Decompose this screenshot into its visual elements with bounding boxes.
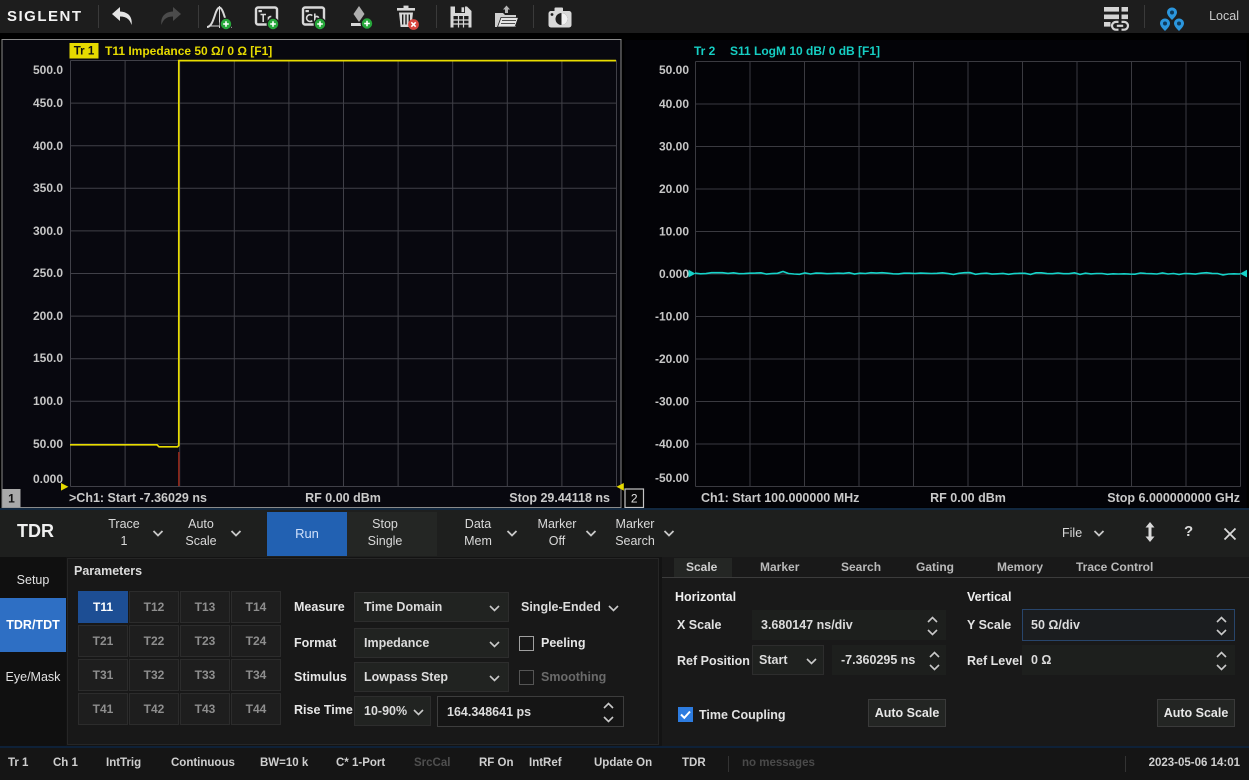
svg-text:RF 0.00 dBm: RF 0.00 dBm [930, 491, 1006, 505]
svg-text:300.0: 300.0 [33, 224, 63, 238]
svg-text:500.0: 500.0 [33, 63, 63, 77]
svg-text:350.0: 350.0 [33, 181, 63, 195]
svg-text:1: 1 [8, 492, 15, 506]
svg-text:30.00: 30.00 [659, 140, 689, 154]
svg-text:>Ch1: Start -7.36029 ns: >Ch1: Start -7.36029 ns [69, 491, 207, 505]
svg-text:-30.00: -30.00 [655, 395, 689, 409]
svg-text:T11 Impedance 50 Ω/ 0 Ω [F1: T11 Impedance 50 Ω/ 0 Ω [F1] [105, 44, 272, 58]
svg-text:2: 2 [631, 492, 638, 506]
svg-text:Ch1: Start 100.000000 MHz: Ch1: Start 100.000000 MHz [701, 491, 859, 505]
svg-text:Stop 29.44118 ns: Stop 29.44118 ns [509, 491, 610, 505]
svg-text:-50.00: -50.00 [655, 471, 689, 485]
svg-text:20.00: 20.00 [659, 182, 689, 196]
svg-text:-10.00: -10.00 [655, 310, 689, 324]
svg-text:50.00: 50.00 [659, 63, 689, 77]
svg-text:-20.00: -20.00 [655, 352, 689, 366]
svg-text:Stop 6.000000000 GHz: Stop 6.000000000 GHz [1107, 491, 1240, 505]
svg-text:Tr 2: Tr 2 [694, 44, 716, 58]
svg-text:10.00: 10.00 [659, 225, 689, 239]
svg-text:200.0: 200.0 [33, 309, 63, 323]
svg-text:S11 LogM 10 dB/ 0 dB [F1]: S11 LogM 10 dB/ 0 dB [F1] [730, 44, 880, 58]
svg-text:Tr 1: Tr 1 [74, 46, 95, 58]
svg-text:150.0: 150.0 [33, 351, 63, 365]
svg-text:400.0: 400.0 [33, 139, 63, 153]
svg-text:50.00: 50.00 [33, 437, 63, 451]
svg-text:0.000: 0.000 [659, 267, 689, 281]
svg-text:40.00: 40.00 [659, 97, 689, 111]
svg-text:450.0: 450.0 [33, 96, 63, 110]
svg-text:0.000: 0.000 [33, 472, 63, 486]
svg-text:-40.00: -40.00 [655, 437, 689, 451]
svg-text:250.0: 250.0 [33, 266, 63, 280]
svg-text:RF 0.00 dBm: RF 0.00 dBm [305, 491, 381, 505]
svg-text:100.0: 100.0 [33, 394, 63, 408]
